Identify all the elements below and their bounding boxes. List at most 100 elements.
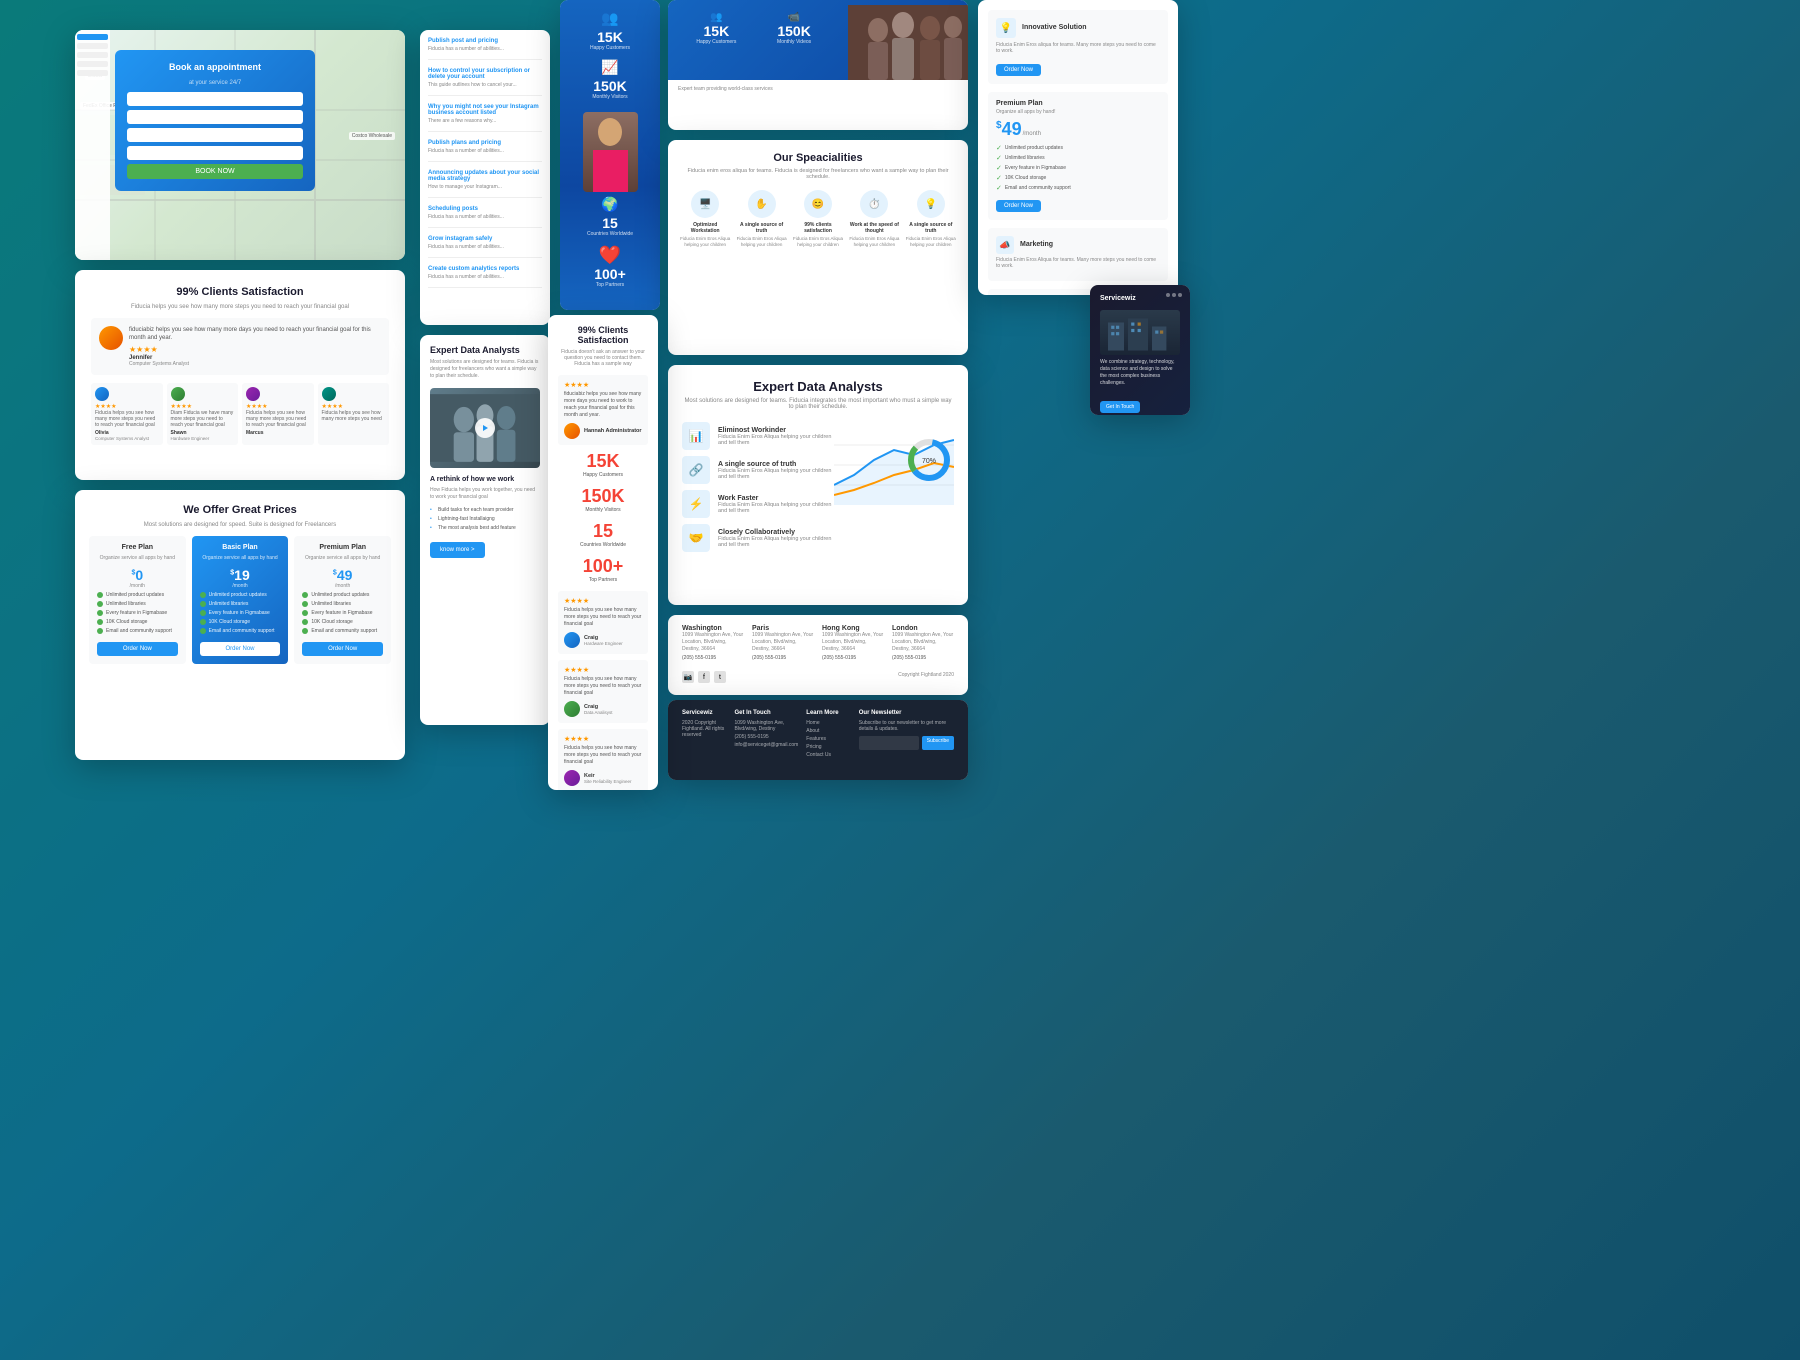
hero-stat-0-number: 15K <box>590 29 630 45</box>
faq-item-4[interactable]: Announcing updates about your social med… <box>428 170 542 198</box>
premium-right-btn[interactable]: Order Now <box>996 200 1041 212</box>
feature-desc-0: Fiducia Enim Eros Aliqua helping your ch… <box>718 434 832 446</box>
review-avatar-1 <box>171 387 185 401</box>
feature-3: 🤝 Closely Collaboratively Fiducia Enim E… <box>682 524 832 552</box>
play-button[interactable] <box>475 418 495 438</box>
faq-question-7: Create custom analytics reports <box>428 266 542 272</box>
location-phone-2: (205) 555-0195 <box>822 655 884 661</box>
faq-item-5[interactable]: Scheduling posts Fiducia has a number of… <box>428 206 542 228</box>
feature-icon-0: 📊 <box>682 422 710 450</box>
nav-item-2[interactable] <box>77 43 108 49</box>
newsletter-submit-button[interactable]: Subscribe <box>922 736 954 750</box>
team-photo <box>848 5 968 80</box>
hero-stat-3: ❤️ 100+ Top Partners <box>594 245 626 288</box>
menu-dots[interactable] <box>1166 293 1182 297</box>
review-item-1: ★★★★ Diam Fiducia we have many more step… <box>167 383 239 445</box>
nav-item-3[interactable] <box>77 52 108 58</box>
faq-item-7[interactable]: Create custom analytics reports Fiducia … <box>428 266 542 288</box>
faq-question-2: Why you might not see your Instagram bus… <box>428 104 542 116</box>
sat-stat-1: 150K Monthly Visitors <box>558 486 648 513</box>
spec-item-0: 🖥️ Optimized Workstation Fiducia Enim Er… <box>680 190 730 248</box>
faq-list: Publish post and pricing Fiducia has a n… <box>428 38 542 288</box>
faq-answer-4: How to manage your Instagram... <box>428 184 542 191</box>
sat-center-title: 99% Clients Satisfaction <box>558 325 648 345</box>
faq-answer-2: There are a few reasons why... <box>428 118 542 125</box>
marketing-desc: Fiducia Enim Eros Aliqua for teams. Many… <box>996 257 1160 269</box>
faq-item-3[interactable]: Publish plans and pricing Fiducia has a … <box>428 140 542 162</box>
tier-basic-btn[interactable]: Order Now <box>200 642 281 656</box>
svg-text:70%: 70% <box>922 458 936 465</box>
footer-link-0[interactable]: Home <box>806 720 850 726</box>
team-stat-0-num: 15K <box>696 23 736 39</box>
premium-right-features: ✓Unlimited product updates ✓Unlimited li… <box>996 144 1160 192</box>
footer-link-4[interactable]: Contact Us <box>806 752 850 758</box>
faq-question-3: Publish plans and pricing <box>428 140 542 146</box>
locations-grid: Washington 1099 Washington Ave, Your Loc… <box>682 625 954 661</box>
feature-icon-2: ⚡ <box>682 490 710 518</box>
spec-icon-4: 💡 <box>917 190 945 218</box>
location-addr-3: 1099 Washington Ave, Your Location, Blvd… <box>892 632 954 653</box>
nav-item-1[interactable] <box>77 34 108 40</box>
footer-link-1[interactable]: About <box>806 728 850 734</box>
team-footer-text: Expert team providing world-class servic… <box>678 86 958 92</box>
appointment-message-input[interactable] <box>127 146 303 160</box>
location-city-0: Washington <box>682 625 744 632</box>
appointment-date-input[interactable] <box>127 128 303 142</box>
sat-stat-3-num: 100+ <box>558 556 648 577</box>
innovative-btn[interactable]: Order Now <box>996 64 1041 76</box>
p-feature-2: ✓Every feature in Figmabase <box>996 164 1160 172</box>
servicewiz-cta-button[interactable]: Get In Touch <box>1100 401 1140 413</box>
hero-stat-2-number: 15 <box>587 215 633 231</box>
appointment-name-input[interactable] <box>127 92 303 106</box>
footer-link-2[interactable]: Features <box>806 736 850 742</box>
rethink-list-2: The most analysis best add feature <box>430 525 540 531</box>
reviews-grid: ★★★★ Fiducia helps you see how many more… <box>91 383 389 445</box>
faq-item-6[interactable]: Grow instagram safely Fiducia has a numb… <box>428 236 542 258</box>
feature-2: ⚡ Work Faster Fiducia Enim Eros Aliqua h… <box>682 490 832 518</box>
pricing-left-subtitle: Most solutions are designed for speed. S… <box>89 522 391 528</box>
footer-brand-name: Servicewiz <box>682 710 726 716</box>
hero-stat-2-icon: 🌍 <box>587 196 633 213</box>
appointment-phone-input[interactable] <box>127 110 303 124</box>
expert-left-btn[interactable]: know more > <box>430 542 485 558</box>
p-feature-0: ✓Unlimited product updates <box>996 144 1160 152</box>
servicewiz-text: We combine strategy, technology, data sc… <box>1100 359 1180 387</box>
tier-premium-period: /month <box>302 583 383 589</box>
tier-premium-btn[interactable]: Order Now <box>302 642 383 656</box>
premium-right-desc: Organize all apps by hand! <box>996 109 1160 115</box>
testimonial-main: fiduciabiz helps you see how many more d… <box>91 318 389 375</box>
pricing-right-marketing: 📣 Marketing Fiducia Enim Eros Aliqua for… <box>988 228 1168 281</box>
faq-item-2[interactable]: Why you might not see your Instagram bus… <box>428 104 542 132</box>
review-stars-0: ★★★★ <box>95 403 159 410</box>
footer-contact-phone: (205) 555-0195 <box>734 734 798 740</box>
hero-stat-1-label: Monthly Visitors <box>592 94 627 100</box>
testimonial-stars: ★★★★ <box>129 345 381 354</box>
faq-item-0[interactable]: Publish post and pricing Fiducia has a n… <box>428 38 542 60</box>
sat-stat-2-label: Countries Worldwide <box>558 542 648 548</box>
instagram-icon[interactable]: 📷 <box>682 671 694 683</box>
tier-free-btn[interactable]: Order Now <box>97 642 178 656</box>
newsletter-email-input[interactable] <box>859 736 919 750</box>
faq-item-1[interactable]: How to control your subscription or dele… <box>428 68 542 96</box>
twitter-icon[interactable]: t <box>714 671 726 683</box>
appointment-submit-button[interactable]: BOOK NOW <box>127 164 303 179</box>
sat-main-text: fiduciabiz helps you see how many more d… <box>564 391 642 419</box>
sat-center-sub: Fiducia doesn't ask an answer to your qu… <box>558 349 648 367</box>
nav-item-5[interactable] <box>77 70 108 76</box>
pricing-tiers-grid: Free Plan Organize service all apps by h… <box>89 536 391 664</box>
expert-left-title: Expert Data Analysts <box>430 345 540 355</box>
tier-premium-name: Premium Plan <box>302 544 383 551</box>
footer-col-newsletter: Our Newsletter Subscribe to our newslett… <box>859 710 954 770</box>
faq-question-5: Scheduling posts <box>428 206 542 212</box>
social-icons: 📷 f t <box>682 671 726 683</box>
spec-item-2: 😊 99% clients satisfaction Fiducia Enim … <box>793 190 843 248</box>
tier-premium-feature-2: Every feature in Figmabase <box>302 610 383 616</box>
sat-main-stars: ★★★★ <box>564 381 642 389</box>
sat-main-testimonial: ★★★★ fiduciabiz helps you see how many m… <box>558 375 648 445</box>
review-name-2: Marcus <box>246 430 310 436</box>
nav-item-4[interactable] <box>77 61 108 67</box>
facebook-icon[interactable]: f <box>698 671 710 683</box>
card-locations: Washington 1099 Washington Ave, Your Loc… <box>668 615 968 695</box>
spec-name-4: A single source of truth <box>906 222 956 234</box>
footer-link-3[interactable]: Pricing <box>806 744 850 750</box>
